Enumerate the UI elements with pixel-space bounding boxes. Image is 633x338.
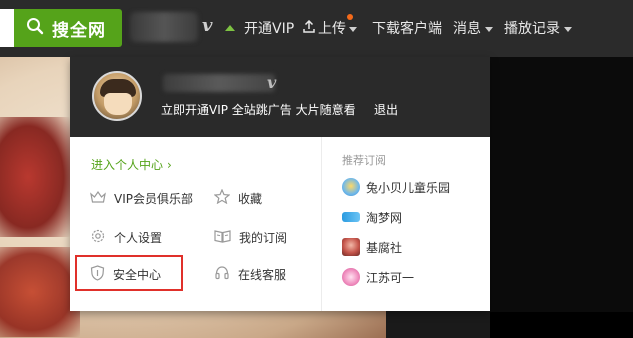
search-icon: [26, 17, 44, 39]
notification-dot: [347, 14, 353, 20]
banner-side-panel: [490, 57, 633, 338]
user-avatar-large[interactable]: [92, 71, 142, 121]
vip-badge-icon: v: [202, 15, 213, 36]
nav-messages-label: 消息: [453, 21, 481, 37]
nav-upload[interactable]: 上传: [303, 17, 357, 39]
menu-item-subscriptions[interactable]: 我的订阅: [214, 227, 287, 247]
banner-artwork: [0, 247, 80, 337]
nav-upload-label: 上传: [318, 21, 346, 37]
recommend-item[interactable]: 江苏可一: [342, 267, 414, 287]
logout-link[interactable]: 退出: [374, 101, 398, 118]
channel-logo-icon: [342, 178, 360, 196]
recommend-item[interactable]: 基腐社: [342, 237, 402, 257]
book-icon: [214, 229, 231, 246]
recommend-item-name: 江苏可一: [366, 270, 415, 285]
nav-messages[interactable]: 消息: [453, 17, 493, 39]
upload-icon: [303, 19, 315, 37]
security-highlight-box: [75, 255, 183, 291]
user-dropdown-header: v 立即开通VIP 全站跳广告 大片随意看 退出: [70, 57, 490, 137]
recommended-subscriptions: 推荐订阅 兔小贝儿童乐园 淘梦网 基腐社 江苏可一: [321, 137, 490, 311]
menu-item-label: VIP会员俱乐部: [114, 191, 193, 206]
menu-item-label: 收藏: [238, 191, 263, 206]
banner-shadow: [490, 312, 633, 338]
chevron-down-icon: [564, 26, 572, 32]
menu-item-label: 我的订阅: [239, 230, 288, 245]
caret-up-icon: [225, 25, 235, 31]
channel-logo-icon: [342, 268, 360, 286]
user-avatar[interactable]: [130, 12, 198, 42]
search-input[interactable]: [0, 9, 14, 47]
menu-item-online-service[interactable]: 在线客服: [214, 264, 286, 284]
recommend-item-name: 兔小贝儿童乐园: [366, 180, 451, 195]
recommend-item[interactable]: 兔小贝儿童乐园: [342, 177, 450, 197]
channel-logo-icon: [342, 238, 360, 256]
channel-logo-icon: [342, 212, 360, 222]
search-button-label: 搜全网: [52, 20, 106, 41]
headset-icon: [214, 265, 230, 284]
vip-promo-link[interactable]: 立即开通VIP 全站跳广告 大片随意看: [161, 101, 356, 118]
menu-item-label: 个人设置: [114, 230, 163, 245]
star-icon: [213, 188, 231, 207]
top-navigation-bar: 搜全网 v 开通VIP 上传 下载客户端 消息 播放记录: [0, 0, 633, 57]
enter-personal-center-link[interactable]: 进入个人中心 ›: [91, 156, 172, 173]
user-dropdown-menu: v 立即开通VIP 全站跳广告 大片随意看 退出 进入个人中心 › VIP会员俱乐…: [70, 57, 490, 311]
nav-play-history[interactable]: 播放记录: [504, 17, 572, 39]
menu-item-vip-club[interactable]: VIP会员俱乐部: [90, 188, 193, 208]
menu-item-settings[interactable]: 个人设置: [90, 227, 162, 247]
menu-item-favorites[interactable]: 收藏: [213, 188, 263, 208]
recommend-title: 推荐订阅: [342, 154, 386, 167]
chevron-down-icon: [485, 26, 493, 32]
recommend-item-name: 基腐社: [366, 240, 403, 255]
banner-artwork: [0, 117, 70, 237]
chevron-down-icon: [349, 26, 357, 32]
nav-open-vip[interactable]: 开通VIP: [244, 17, 294, 39]
nav-download-client[interactable]: 下载客户端: [372, 17, 442, 39]
vip-badge-icon: v: [267, 73, 277, 92]
enter-center-label: 进入个人中心: [91, 158, 164, 172]
crown-icon: [90, 190, 106, 207]
nav-history-label: 播放记录: [504, 21, 560, 37]
username[interactable]: [163, 74, 275, 92]
search-button[interactable]: 搜全网: [14, 9, 122, 47]
chevron-right-icon: ›: [167, 158, 172, 172]
menu-item-label: 在线客服: [238, 267, 287, 282]
recommend-item[interactable]: 淘梦网: [342, 207, 402, 227]
gear-icon: [90, 228, 106, 247]
recommend-item-name: 淘梦网: [366, 210, 403, 225]
